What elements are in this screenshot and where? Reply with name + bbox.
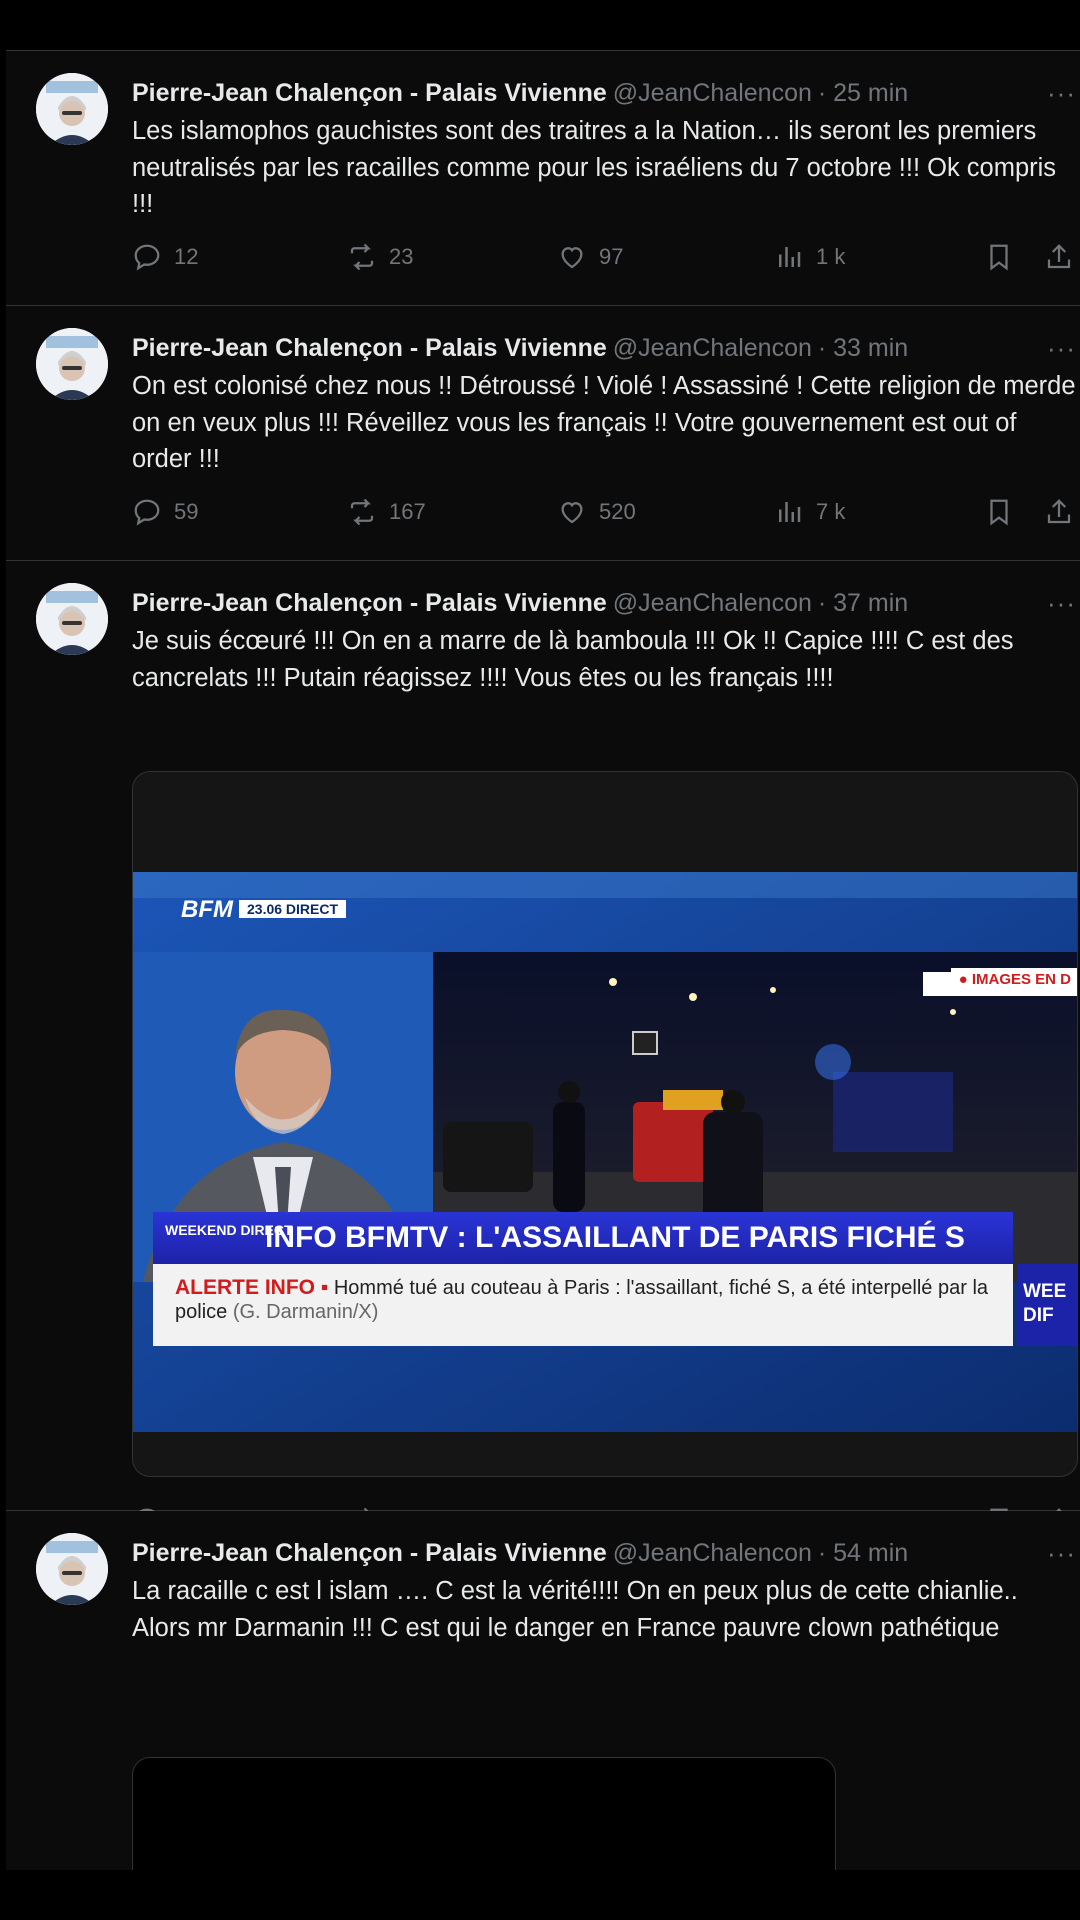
reply-button[interactable]: 59 bbox=[132, 494, 198, 530]
views-button[interactable]: 1 k bbox=[774, 239, 845, 275]
views-button[interactable]: 7 k bbox=[774, 494, 845, 530]
more-options-icon[interactable]: ··· bbox=[1047, 585, 1076, 621]
heart-icon bbox=[561, 247, 583, 269]
avatar-photo-icon bbox=[36, 1533, 108, 1605]
tweet[interactable]: Pierre-Jean Chalençon - Palais Vivienne @… bbox=[6, 306, 1080, 561]
repost-arrows-icon bbox=[350, 498, 374, 526]
headline-banner: WEEKEND DIRECT INFO BFMTV : L'ASSAILLANT… bbox=[153, 1212, 1013, 1264]
author-handle[interactable]: @JeanChalencon bbox=[613, 79, 812, 107]
bookmark-button[interactable] bbox=[984, 239, 1014, 275]
tweet-header: Pierre-Jean Chalençon - Palais Vivienne @… bbox=[132, 585, 1080, 621]
bar-chart-icon bbox=[779, 502, 801, 522]
tweet-header: Pierre-Jean Chalençon - Palais Vivienne @… bbox=[132, 75, 1080, 111]
reply-count: 12 bbox=[174, 244, 199, 269]
more-options-icon[interactable]: ··· bbox=[1047, 330, 1076, 366]
avatar[interactable] bbox=[36, 328, 108, 400]
more-options-icon[interactable]: ··· bbox=[1047, 1535, 1076, 1571]
headline-text: INFO BFMTV : L'ASSAILLANT DE PARIS FICHÉ… bbox=[265, 1221, 965, 1254]
tweet-actions: 59 167 520 7 k bbox=[132, 494, 1080, 530]
tweet[interactable]: Pierre-Jean Chalençon - Palais Vivienne @… bbox=[6, 1511, 1080, 1870]
avatar-photo-icon bbox=[36, 328, 108, 400]
repost-button[interactable]: 23 bbox=[347, 239, 413, 275]
timeline-feed: Pierre-Jean Chalençon - Palais Vivienne @… bbox=[6, 50, 1080, 1870]
news-scene-icon bbox=[133, 872, 1077, 1432]
broadcast-time-tag: 23.06 DIRECT bbox=[239, 900, 347, 918]
speech-bubble-icon bbox=[134, 244, 160, 271]
repost-count: 167 bbox=[389, 499, 426, 524]
tweet-time[interactable]: · 37 min bbox=[818, 589, 908, 617]
tweet-header: Pierre-Jean Chalençon - Palais Vivienne @… bbox=[132, 330, 1080, 366]
like-count: 97 bbox=[599, 244, 624, 269]
reply-button[interactable]: 12 bbox=[132, 239, 198, 275]
repost-count: 23 bbox=[389, 244, 414, 269]
author-handle[interactable]: @JeanChalencon bbox=[613, 1539, 812, 1567]
author-name[interactable]: Pierre-Jean Chalençon - Palais Vivienne bbox=[132, 79, 607, 107]
share-upload-icon bbox=[1047, 244, 1071, 269]
tweet-text: Je suis écœuré !!! On en a marre de là b… bbox=[132, 627, 1014, 692]
tweet-text: Les islamophos gauchistes sont des trait… bbox=[132, 117, 1057, 218]
tweet-text: On est colonisé chez nous !! Détroussé !… bbox=[132, 372, 1076, 473]
bookmark-button[interactable] bbox=[984, 494, 1014, 530]
alert-source: (G. Darmanin/X) bbox=[232, 1301, 379, 1323]
tweet[interactable]: Pierre-Jean Chalençon - Palais Vivienne @… bbox=[6, 51, 1080, 306]
tweet-actions: 12 23 97 1 k bbox=[132, 239, 1080, 275]
author-name[interactable]: Pierre-Jean Chalençon - Palais Vivienne bbox=[132, 1539, 607, 1567]
images-live-tag: ● IMAGES EN D bbox=[950, 968, 1077, 991]
like-count: 520 bbox=[599, 499, 636, 524]
tweet-media-photo[interactable]: BFM TV. 23.06 DIRECT ● IMAGES EN D WEEKE… bbox=[132, 771, 1078, 1477]
tweet-media-placeholder[interactable] bbox=[132, 1757, 836, 1870]
views-count: 1 k bbox=[816, 244, 846, 269]
tweet-text: La racaille c est l islam …. C est la vé… bbox=[132, 1577, 1018, 1642]
like-button[interactable]: 520 bbox=[557, 494, 636, 530]
author-handle[interactable]: @JeanChalencon bbox=[613, 334, 812, 362]
tweet-time[interactable]: · 33 min bbox=[818, 334, 908, 362]
alert-ticker: ALERTE INFO ▪ Hommé tué au couteau à Par… bbox=[153, 1264, 1013, 1346]
bookmark-icon bbox=[990, 244, 1008, 271]
tv-broadcast-image: BFM TV. 23.06 DIRECT ● IMAGES EN D WEEKE… bbox=[133, 872, 1077, 1432]
tweet-header: Pierre-Jean Chalençon - Palais Vivienne @… bbox=[132, 1535, 1080, 1571]
alert-tag: ALERTE INFO ▪ bbox=[175, 1276, 329, 1299]
share-upload-icon bbox=[1047, 499, 1071, 524]
share-button[interactable] bbox=[1044, 494, 1074, 530]
tweet-time[interactable]: · 25 min bbox=[818, 79, 908, 107]
repost-button[interactable]: 167 bbox=[347, 494, 426, 530]
repost-arrows-icon bbox=[350, 243, 374, 271]
bar-chart-icon bbox=[779, 247, 801, 267]
avatar-photo-icon bbox=[36, 583, 108, 655]
share-button[interactable] bbox=[1044, 239, 1074, 275]
tweet[interactable]: Pierre-Jean Chalençon - Palais Vivienne @… bbox=[6, 561, 1080, 1535]
weekend-direct-badge: WEEKEND DIRECT bbox=[165, 1222, 293, 1238]
avatar[interactable] bbox=[36, 583, 108, 655]
reply-count: 59 bbox=[174, 499, 199, 524]
avatar[interactable] bbox=[36, 1533, 108, 1605]
bookmark-icon bbox=[990, 499, 1008, 526]
author-name[interactable]: Pierre-Jean Chalençon - Palais Vivienne bbox=[132, 334, 607, 362]
author-name[interactable]: Pierre-Jean Chalençon - Palais Vivienne bbox=[132, 589, 607, 617]
more-options-icon[interactable]: ··· bbox=[1047, 75, 1076, 111]
author-handle[interactable]: @JeanChalencon bbox=[613, 589, 812, 617]
speech-bubble-icon bbox=[134, 499, 160, 526]
avatar-photo-icon bbox=[36, 73, 108, 145]
views-count: 7 k bbox=[816, 499, 846, 524]
heart-icon bbox=[561, 502, 583, 524]
avatar[interactable] bbox=[36, 73, 108, 145]
like-button[interactable]: 97 bbox=[557, 239, 623, 275]
weekend-side-badge: WEE DIF bbox=[1017, 1264, 1077, 1346]
tweet-time[interactable]: · 54 min bbox=[818, 1539, 908, 1567]
